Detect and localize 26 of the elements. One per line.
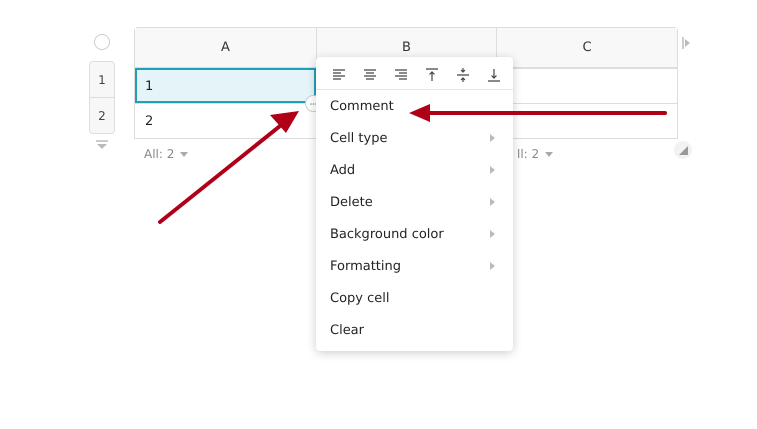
row-number: 2 [90,97,114,133]
menu-item[interactable]: Add [316,154,513,186]
column-summary[interactable]: All: 2 [144,147,174,161]
column-header[interactable]: C [496,28,677,68]
menu-item[interactable]: Clear [316,314,513,346]
menu-item[interactable]: Formatting [316,250,513,282]
column-header[interactable]: A [135,28,316,68]
filter-icon[interactable] [95,140,109,150]
resize-icon[interactable] [678,146,688,154]
row-number: 1 [97,72,107,88]
expand-icon[interactable] [682,36,690,50]
submenu-arrow-icon [490,166,495,174]
submenu-arrow-icon [490,262,495,270]
table-cell[interactable]: 1 [135,68,316,103]
caret-icon[interactable] [180,152,188,156]
submenu-arrow-icon [490,198,495,206]
column-summary[interactable]: ll: 2 [517,147,540,161]
submenu-arrow-icon [490,134,495,142]
menu-item[interactable]: Comment [316,90,513,122]
menu-item[interactable]: Background color [316,218,513,250]
caret-icon[interactable] [545,152,554,156]
menu-item[interactable]: Delete [316,186,513,218]
menu-item[interactable]: Copy cell [316,282,513,314]
submenu-arrow-icon [490,230,495,238]
menu-item[interactable]: Cell type [316,122,513,154]
select-all-checkbox[interactable] [94,34,110,50]
